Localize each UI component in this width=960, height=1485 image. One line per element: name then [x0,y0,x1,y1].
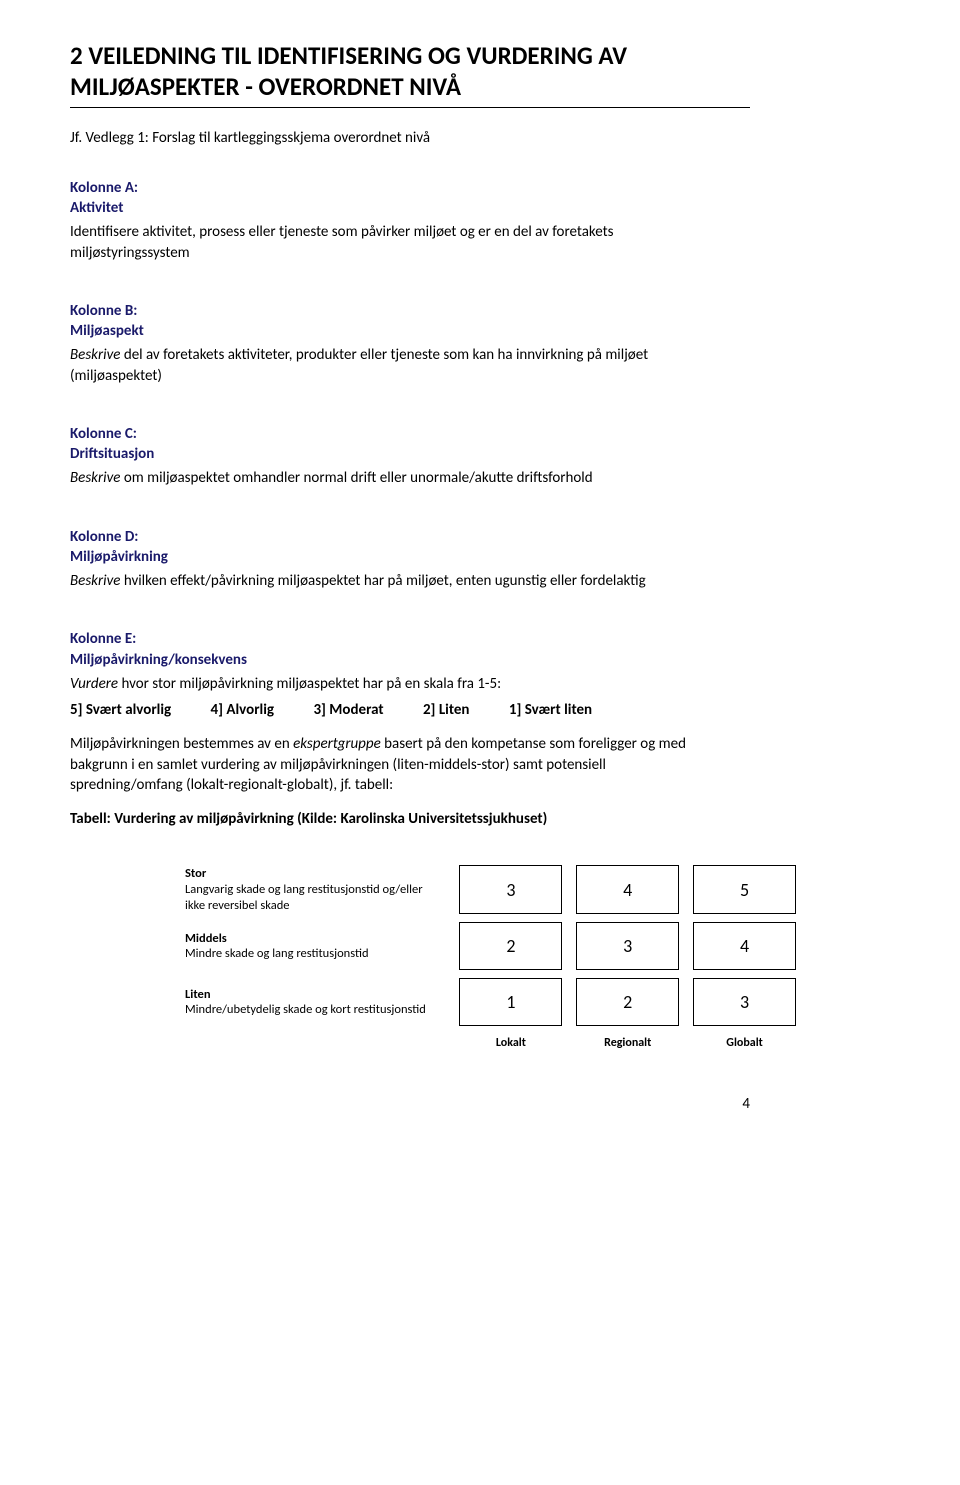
column-a-label: Kolonne A: [70,178,190,198]
scale-4: 4] Alvorlig [211,700,274,720]
page-heading: 2 VEILEDNING TIL IDENTIFISERING OG VURDE… [70,40,750,108]
column-d-desc: Beskrive hvilken effekt/påvirkning miljø… [70,571,720,591]
matrix-foot-lokalt: Lokalt [459,1034,562,1052]
matrix-cell: 3 [693,978,796,1026]
column-e-desc1: Vurdere hvor stor miljøpåvirkning miljøa… [70,674,720,694]
matrix-table: Stor Langvarig skade og lang restitusjon… [170,857,810,1060]
page-number: 4 [70,1094,750,1114]
column-b-label: Kolonne B: [70,301,190,321]
column-c-section: Kolonne C: Driftsituasjon Beskrive om mi… [70,424,750,493]
matrix-cell: 1 [459,978,562,1026]
matrix-title: Tabell: Vurdering av miljøpåvirkning (Ki… [70,809,720,829]
column-a-desc: Identifisere aktivitet, prosess eller tj… [70,222,720,263]
column-c-desc: Beskrive om miljøaspektet omhandler norm… [70,468,720,488]
matrix-cell: 2 [459,922,562,970]
column-d-title: Miljøpåvirkning [70,547,720,567]
column-b-desc: Beskrive del av foretakets aktiviteter, … [70,345,720,386]
matrix-cell: 2 [576,978,679,1026]
matrix-cell: 4 [576,865,679,914]
column-d-section: Kolonne D: Miljøpåvirkning Beskrive hvil… [70,527,750,596]
scale-5: 5] Svært alvorlig [70,700,171,720]
matrix-row-stor: Stor Langvarig skade og lang restitusjon… [184,865,796,914]
scale-1: 1] Svært liten [509,700,592,720]
scale-2: 2] Liten [423,700,470,720]
matrix-rowlabel: Liten Mindre/ubetydelig skade og kort re… [184,978,445,1026]
matrix-foot-globalt: Globalt [693,1034,796,1052]
matrix-rowlabel: Middels Mindre skade og lang restitusjon… [184,922,445,970]
matrix-row-liten: Liten Mindre/ubetydelig skade og kort re… [184,978,796,1026]
matrix-cell: 5 [693,865,796,914]
matrix-footer: Lokalt Regionalt Globalt [184,1034,796,1052]
matrix-row-middels: Middels Mindre skade og lang restitusjon… [184,922,796,970]
column-a-section: Kolonne A: Aktivitet Identifisere aktivi… [70,178,750,267]
column-e-section: Kolonne E: Miljøpåvirkning/konsekvens Vu… [70,629,750,1060]
column-b-title: Miljøaspekt [70,321,720,341]
subreference: Jf. Vedlegg 1: Forslag til kartleggingss… [70,128,750,148]
matrix-cell: 3 [576,922,679,970]
column-b-section: Kolonne B: Miljøaspekt Beskrive del av f… [70,301,750,390]
column-e-title: Miljøpåvirkning/konsekvens [70,650,720,670]
matrix-foot-regionalt: Regionalt [576,1034,679,1052]
column-a-title: Aktivitet [70,198,720,218]
matrix-rowlabel: Stor Langvarig skade og lang restitusjon… [184,865,445,914]
matrix-cell: 3 [459,865,562,914]
column-e-label: Kolonne E: [70,629,190,649]
column-c-label: Kolonne C: [70,424,190,444]
column-e-desc2: Miljøpåvirkningen bestemmes av en eksper… [70,734,720,795]
scale-line: 5] Svært alvorlig 4] Alvorlig 3] Moderat… [70,700,720,720]
column-c-title: Driftsituasjon [70,444,720,464]
column-d-label: Kolonne D: [70,527,190,547]
matrix-cell: 4 [693,922,796,970]
scale-3: 3] Moderat [313,700,383,720]
